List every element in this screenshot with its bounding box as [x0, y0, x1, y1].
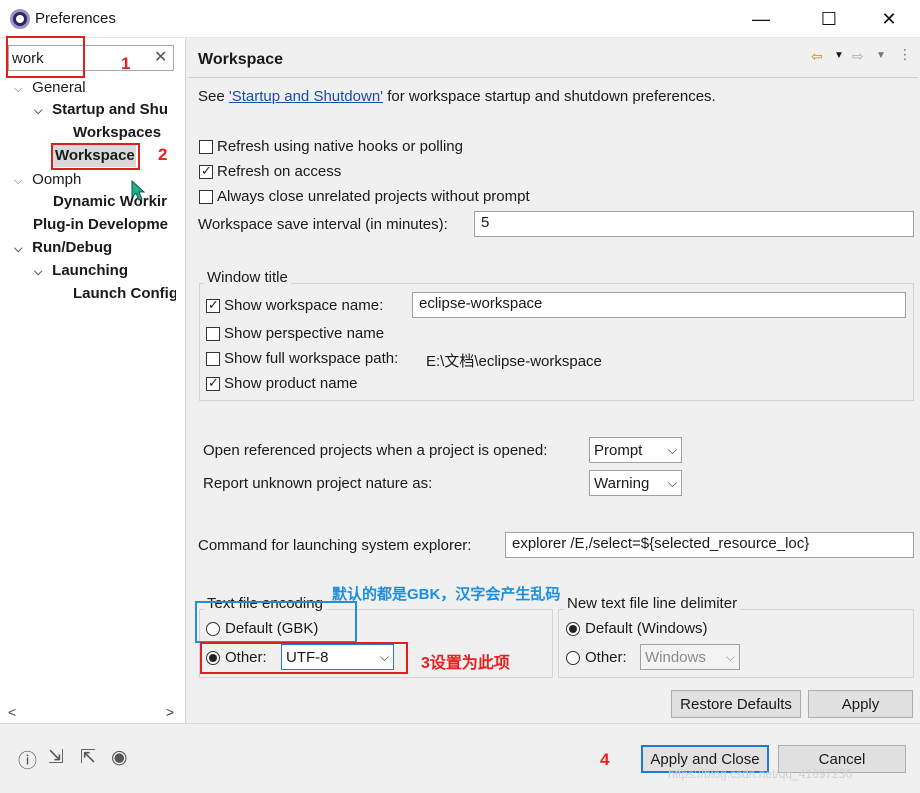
- tree-item-workspace[interactable]: Workspace: [55, 147, 145, 164]
- record-icon[interactable]: ◉: [111, 746, 128, 769]
- refresh-access-checkbox[interactable]: [199, 163, 213, 179]
- restore-defaults-button[interactable]: Restore Defaults: [671, 690, 801, 718]
- eclipse-app-icon: [10, 9, 30, 29]
- chevron-down-icon: ⌵: [379, 649, 389, 664]
- encoding-other-combo[interactable]: UTF-8 ⌵: [281, 644, 394, 670]
- encoding-default-option[interactable]: Default (GBK): [206, 620, 318, 637]
- title-divider: [188, 77, 918, 78]
- tree-item-run-debug[interactable]: ⌵ Run/Debug: [14, 239, 176, 256]
- chevron-down-icon: ⌵: [725, 649, 735, 664]
- ws-name-field[interactable]: eclipse-workspace: [412, 292, 906, 318]
- forward-dropdown-icon[interactable]: ▼: [876, 50, 886, 61]
- annotation-step-4: 4: [600, 750, 610, 769]
- report-unknown-label: Report unknown project nature as:: [203, 475, 433, 492]
- tree-item-oomph[interactable]: ⌵ Oomph: [14, 171, 176, 188]
- tree-item-dynamic-working[interactable]: Dynamic Workir: [53, 193, 176, 210]
- delimiter-other-combo: Windows ⌵: [640, 644, 740, 670]
- delimiter-default-radio[interactable]: [566, 621, 580, 636]
- intro-text: See 'Startup and Shutdown' for workspace…: [198, 88, 716, 105]
- refresh-access-option[interactable]: Refresh on access: [199, 163, 341, 180]
- scroll-left-icon[interactable]: <: [8, 704, 16, 722]
- always-close-option[interactable]: Always close unrelated projects without …: [199, 188, 530, 205]
- tree-item-general[interactable]: ⌵ General: [14, 79, 176, 96]
- import-icon[interactable]: ⇲: [48, 746, 64, 769]
- encoding-default-radio[interactable]: [206, 621, 220, 636]
- tree-item-plugin-dev[interactable]: Plug-in Developme: [33, 216, 176, 233]
- tree-item-launch-config[interactable]: Launch Config: [73, 285, 176, 302]
- delimiter-default-option[interactable]: Default (Windows): [566, 620, 708, 637]
- mouse-cursor-icon: [131, 180, 146, 201]
- annotation-step-1: 1: [121, 54, 131, 73]
- chevron-down-icon[interactable]: ⌵: [14, 175, 28, 188]
- forward-icon[interactable]: ⇨: [852, 48, 864, 65]
- encoding-other-option[interactable]: Other:: [206, 649, 267, 666]
- explorer-label: Command for launching system explorer:: [198, 537, 472, 554]
- chevron-down-icon: ⌵: [667, 475, 677, 490]
- maximize-button[interactable]: ☐: [806, 0, 852, 38]
- show-full-path-checkbox[interactable]: [206, 351, 220, 366]
- close-button[interactable]: ✕: [866, 0, 912, 38]
- show-ws-name-option[interactable]: Show workspace name:: [206, 297, 383, 314]
- delimiter-other-option[interactable]: Other:: [566, 649, 627, 666]
- back-dropdown-icon[interactable]: ▼: [834, 50, 844, 61]
- refresh-native-checkbox[interactable]: [199, 139, 213, 154]
- chevron-down-icon[interactable]: ⌵: [14, 83, 28, 96]
- encoding-other-radio[interactable]: [206, 650, 220, 665]
- tree-item-launching[interactable]: ⌵ Launching: [34, 262, 176, 279]
- open-ref-label: Open referenced projects when a project …: [203, 442, 548, 459]
- refresh-native-option[interactable]: Refresh using native hooks or polling: [199, 138, 463, 155]
- chevron-down-icon[interactable]: ⌵: [14, 243, 28, 256]
- annotation-gbk-note: 默认的都是GBK，汉字会产生乱码: [332, 586, 561, 603]
- always-close-checkbox[interactable]: [199, 189, 213, 204]
- chevron-down-icon[interactable]: ⌵: [34, 105, 48, 118]
- show-ws-name-checkbox[interactable]: [206, 297, 220, 313]
- chevron-down-icon: ⌵: [667, 442, 677, 457]
- open-ref-combo[interactable]: Prompt ⌵: [589, 437, 682, 463]
- export-icon[interactable]: ⇱: [80, 746, 96, 769]
- apply-button[interactable]: Apply: [808, 690, 913, 718]
- save-interval-field[interactable]: 5: [474, 211, 914, 237]
- show-product-checkbox[interactable]: [206, 375, 220, 391]
- full-path-value: E:\文档\eclipse-workspace: [426, 353, 602, 370]
- window-title: Preferences: [35, 10, 116, 27]
- show-perspective-option[interactable]: Show perspective name: [206, 325, 384, 342]
- tree-item-workspaces[interactable]: Workspaces: [73, 124, 176, 141]
- show-product-option[interactable]: Show product name: [206, 375, 357, 392]
- startup-shutdown-link[interactable]: 'Startup and Shutdown': [229, 88, 383, 105]
- back-icon[interactable]: ⇦: [811, 48, 823, 65]
- page-title: Workspace: [198, 51, 284, 68]
- chevron-down-icon[interactable]: ⌵: [34, 266, 48, 279]
- annotation-box-filter: [6, 36, 85, 78]
- watermark: https://blog.csdn.net/qq_41697230: [668, 767, 853, 781]
- explorer-command-field[interactable]: explorer /E,/select=${selected_resource_…: [505, 532, 914, 558]
- save-interval-label: Workspace save interval (in minutes):: [198, 216, 448, 233]
- minimize-button[interactable]: —: [738, 0, 784, 38]
- annotation-step-3: 3设置为此项: [421, 655, 510, 672]
- delimiter-other-radio[interactable]: [566, 650, 580, 665]
- clear-filter-icon[interactable]: ✕: [154, 47, 167, 67]
- window-title-group-label: Window title: [204, 269, 291, 286]
- tree-horizontal-scrollbar[interactable]: < >: [8, 704, 174, 722]
- annotation-step-2: 2: [158, 145, 168, 164]
- report-unknown-combo[interactable]: Warning ⌵: [589, 470, 682, 496]
- delimiter-group-label: New text file line delimiter: [564, 595, 741, 612]
- show-full-path-option[interactable]: Show full workspace path:: [206, 350, 398, 367]
- show-perspective-checkbox[interactable]: [206, 326, 220, 341]
- menu-icon[interactable]: ⋮: [898, 46, 912, 63]
- tree-item-startup[interactable]: ⌵ Startup and Shu: [34, 101, 176, 118]
- scroll-right-icon[interactable]: >: [166, 704, 174, 722]
- help-icon[interactable]: ⓘ: [18, 746, 37, 773]
